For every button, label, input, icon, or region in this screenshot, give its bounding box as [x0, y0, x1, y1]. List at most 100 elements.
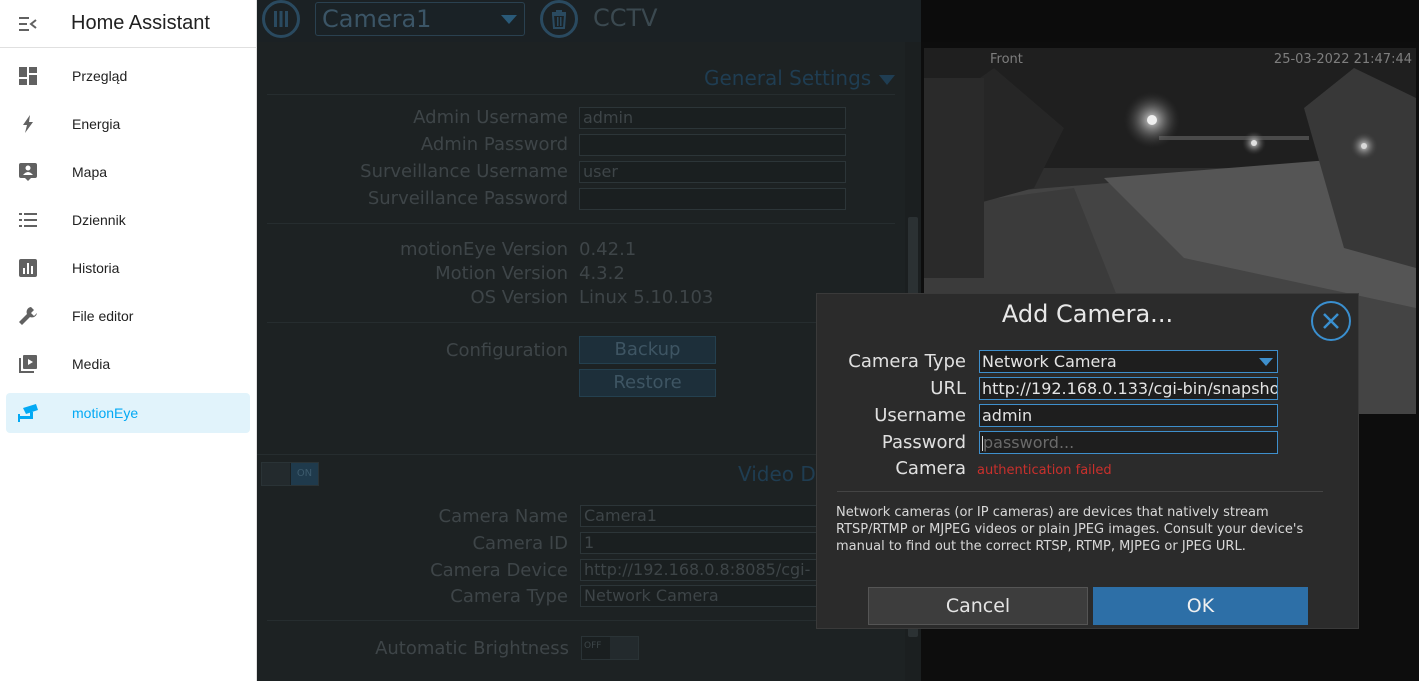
- settings-panel: General Settings Admin Username admin Ad…: [257, 42, 905, 681]
- auto-brightness-toggle[interactable]: OFF: [581, 636, 639, 660]
- dialog-title: Add Camera...: [1001, 300, 1174, 328]
- password-input[interactable]: password...: [979, 431, 1278, 454]
- camera-id-field: 1: [580, 532, 820, 554]
- camera-select-value: Camera1: [322, 5, 432, 33]
- list-icon: [6, 210, 50, 230]
- admin-password-field[interactable]: [579, 134, 846, 156]
- video-device-toggle[interactable]: ON: [261, 462, 319, 486]
- pause-icon: [274, 11, 288, 27]
- toggle-knob: [262, 463, 290, 485]
- backup-button[interactable]: Backup: [579, 336, 716, 364]
- camera-id-label: Camera ID: [472, 533, 568, 554]
- lightning-icon: [6, 114, 50, 134]
- surveillance-username-field[interactable]: user: [579, 161, 846, 183]
- password-label: Password: [881, 432, 966, 453]
- camera-select[interactable]: Camera1: [315, 2, 525, 36]
- sidebar-item-file-editor[interactable]: File editor: [6, 296, 250, 336]
- divider: [257, 454, 905, 455]
- ok-button[interactable]: OK: [1093, 587, 1308, 625]
- sidebar-item-dziennik[interactable]: Dziennik: [6, 200, 250, 240]
- collapse-arrow-icon: [879, 74, 896, 85]
- chevron-down-icon: [1259, 358, 1273, 366]
- divider: [267, 94, 895, 95]
- media-play-icon: [6, 354, 50, 374]
- sidebar-item-motioneye[interactable]: motionEye: [6, 393, 250, 433]
- camera-type-field: Network Camera: [580, 585, 820, 607]
- cctv-icon: [6, 403, 50, 423]
- sidebar-item-mapa[interactable]: Mapa: [6, 152, 250, 192]
- divider: [267, 322, 895, 323]
- os-version-label: OS Version: [470, 287, 568, 308]
- preview-timestamp: 25-03-2022 21:47:44: [1273, 52, 1412, 67]
- toggle-on-label: ON: [291, 463, 318, 485]
- camera-name-field[interactable]: Camera1: [580, 505, 820, 527]
- map-person-icon: [6, 162, 50, 182]
- toggle-knob: [610, 637, 638, 659]
- remove-camera-button[interactable]: [540, 0, 578, 38]
- app-title: Home Assistant: [71, 12, 210, 34]
- url-label: URL: [930, 378, 966, 399]
- topbar-right-area: [921, 0, 1419, 42]
- motioneye-topbar: Camera1 CCTV: [257, 0, 921, 42]
- chart-box-icon: [6, 258, 50, 278]
- toggle-off-label: OFF: [584, 641, 602, 651]
- camera-status-message: authentication failed: [977, 463, 1112, 478]
- trash-icon: [551, 10, 567, 29]
- surveillance-password-field[interactable]: [579, 188, 846, 210]
- camera-type-select[interactable]: Network Camera: [979, 350, 1278, 373]
- camera-device-label: Camera Device: [430, 560, 568, 581]
- surveillance-password-label: Surveillance Password: [367, 188, 568, 209]
- dashboard-icon: [6, 66, 50, 86]
- sidebar-item-energia[interactable]: Energia: [6, 104, 250, 144]
- sidebar-item-label: motionEye: [72, 405, 139, 421]
- admin-password-label: Admin Password: [420, 134, 568, 155]
- video-device-title[interactable]: Video D: [738, 462, 816, 486]
- divider: [267, 620, 895, 621]
- sidebar-item-historia[interactable]: Historia: [6, 248, 250, 288]
- auto-brightness-label: Automatic Brightness: [375, 638, 569, 659]
- general-settings-header[interactable]: General Settings: [704, 66, 896, 90]
- sidebar-item-label: Mapa: [72, 164, 108, 180]
- motion-version-label: Motion Version: [435, 263, 568, 284]
- dialog-help-text: Network cameras (or IP cameras) are devi…: [836, 505, 1304, 554]
- camera-name-label: Camera Name: [438, 506, 568, 527]
- sidebar-item-label: File editor: [72, 308, 134, 324]
- username-label: Username: [874, 405, 966, 426]
- ha-sidebar: Home Assistant Przegląd Energia Mapa Dzi…: [0, 0, 257, 681]
- dialog-close-button[interactable]: [1311, 301, 1351, 341]
- sidebar-item-label: Energia: [72, 116, 121, 132]
- camera-type-label: Camera Type: [450, 586, 568, 607]
- close-icon: [1323, 313, 1339, 329]
- camera-type-value: Network Camera: [982, 352, 1117, 371]
- camera-device-field: http://192.168.0.8:8085/cgi-: [580, 559, 820, 581]
- chevron-down-icon: [501, 15, 517, 24]
- divider: [267, 223, 895, 224]
- settings-toggle-button[interactable]: [262, 0, 300, 38]
- admin-username-field[interactable]: admin: [579, 107, 846, 129]
- sidebar-header: Home Assistant: [0, 0, 256, 48]
- restore-button[interactable]: Restore: [579, 369, 716, 397]
- camera-label: Camera: [895, 458, 966, 479]
- wrench-icon: [6, 305, 50, 327]
- password-placeholder: password...: [983, 433, 1075, 452]
- admin-username-label: Admin Username: [413, 107, 568, 128]
- sidebar-item-media[interactable]: Media: [6, 344, 250, 384]
- motion-version-value: 4.3.2: [579, 263, 625, 284]
- cancel-button[interactable]: Cancel: [868, 587, 1088, 625]
- add-camera-dialog: Add Camera... Camera Type Network Camera…: [816, 293, 1359, 629]
- sidebar-item-przeglad[interactable]: Przegląd: [6, 56, 250, 96]
- os-version-value: Linux 5.10.103: [579, 287, 714, 308]
- username-input[interactable]: admin: [979, 404, 1278, 427]
- general-settings-title: General Settings: [704, 66, 872, 90]
- motioneye-version-label: motionEye Version: [399, 239, 568, 260]
- motioneye-version-value: 0.42.1: [579, 239, 637, 260]
- url-input[interactable]: http://192.168.0.133/cgi-bin/snapshot: [979, 377, 1278, 400]
- dialog-divider: [837, 491, 1323, 492]
- configuration-label: Configuration: [445, 340, 568, 361]
- camera-type-label: Camera Type: [848, 351, 966, 372]
- sidebar-item-label: Media: [72, 356, 111, 372]
- sidebar-item-label: Przegląd: [72, 68, 128, 84]
- surveillance-username-label: Surveillance Username: [360, 161, 568, 182]
- sidebar-item-label: Dziennik: [72, 212, 126, 228]
- menu-collapse-icon[interactable]: [0, 16, 56, 32]
